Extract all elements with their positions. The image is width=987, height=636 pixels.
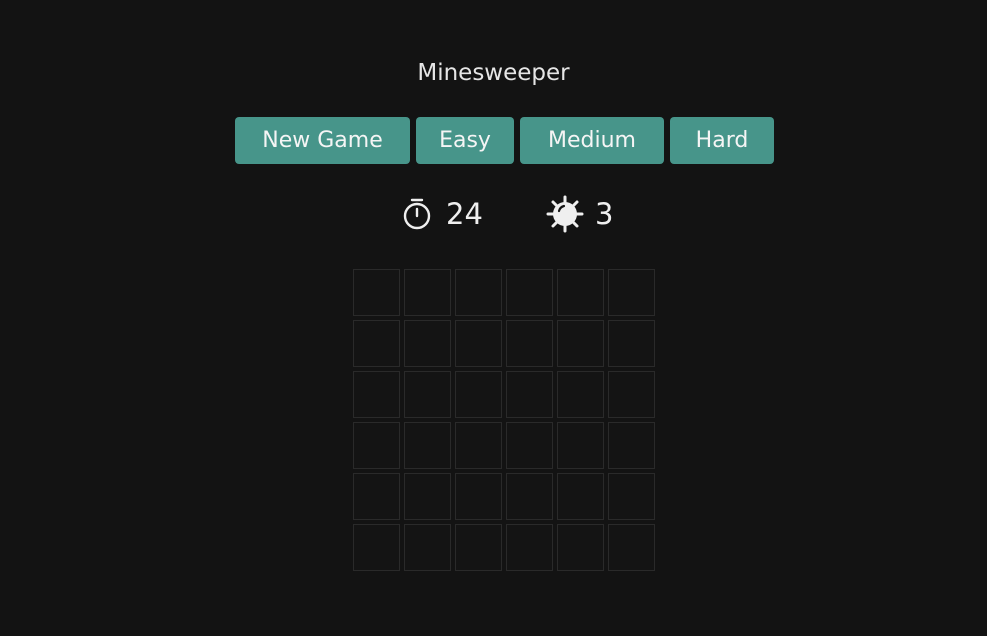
board-cell[interactable] <box>608 320 655 367</box>
board-cell[interactable] <box>455 524 502 571</box>
board-cell[interactable] <box>455 371 502 418</box>
new-game-button[interactable]: New Game <box>235 117 410 164</box>
mine-icon <box>545 194 585 234</box>
board-cell[interactable] <box>353 422 400 469</box>
board-cell[interactable] <box>353 371 400 418</box>
board-cell[interactable] <box>608 422 655 469</box>
hard-button[interactable]: Hard <box>670 117 774 164</box>
board-cell[interactable] <box>506 320 553 367</box>
board-cell[interactable] <box>608 524 655 571</box>
board-cell[interactable] <box>506 371 553 418</box>
timer-value: 24 <box>446 197 483 231</box>
board-cell[interactable] <box>506 269 553 316</box>
board-cell[interactable] <box>455 269 502 316</box>
board-cell[interactable] <box>353 473 400 520</box>
board-cell[interactable] <box>404 371 451 418</box>
board-cell[interactable] <box>404 473 451 520</box>
mine-count: 3 <box>595 197 614 231</box>
mine-counter: 3 <box>545 194 613 234</box>
game-title: Minesweeper <box>417 60 570 86</box>
board-cell[interactable] <box>608 371 655 418</box>
board-cell[interactable] <box>557 473 604 520</box>
board-cell[interactable] <box>455 473 502 520</box>
toolbar: New Game Easy Medium Hard <box>235 117 774 164</box>
board-cell[interactable] <box>506 524 553 571</box>
board-cell[interactable] <box>404 422 451 469</box>
board-cell[interactable] <box>353 269 400 316</box>
board-cell[interactable] <box>404 524 451 571</box>
board-cell[interactable] <box>455 422 502 469</box>
game-board <box>353 269 655 571</box>
board-cell[interactable] <box>557 422 604 469</box>
board-cell[interactable] <box>608 473 655 520</box>
easy-button[interactable]: Easy <box>416 117 514 164</box>
board-cell[interactable] <box>608 269 655 316</box>
board-cell[interactable] <box>353 524 400 571</box>
board-cell[interactable] <box>353 320 400 367</box>
board-cell[interactable] <box>506 422 553 469</box>
stopwatch-icon <box>400 197 434 231</box>
timer: 24 <box>400 194 483 234</box>
board-cell[interactable] <box>506 473 553 520</box>
board-cell[interactable] <box>557 524 604 571</box>
board-cell[interactable] <box>404 269 451 316</box>
board-cell[interactable] <box>404 320 451 367</box>
board-cell[interactable] <box>455 320 502 367</box>
medium-button[interactable]: Medium <box>520 117 664 164</box>
board-cell[interactable] <box>557 269 604 316</box>
stats-bar: 24 3 <box>0 194 987 234</box>
board-cell[interactable] <box>557 320 604 367</box>
board-cell[interactable] <box>557 371 604 418</box>
